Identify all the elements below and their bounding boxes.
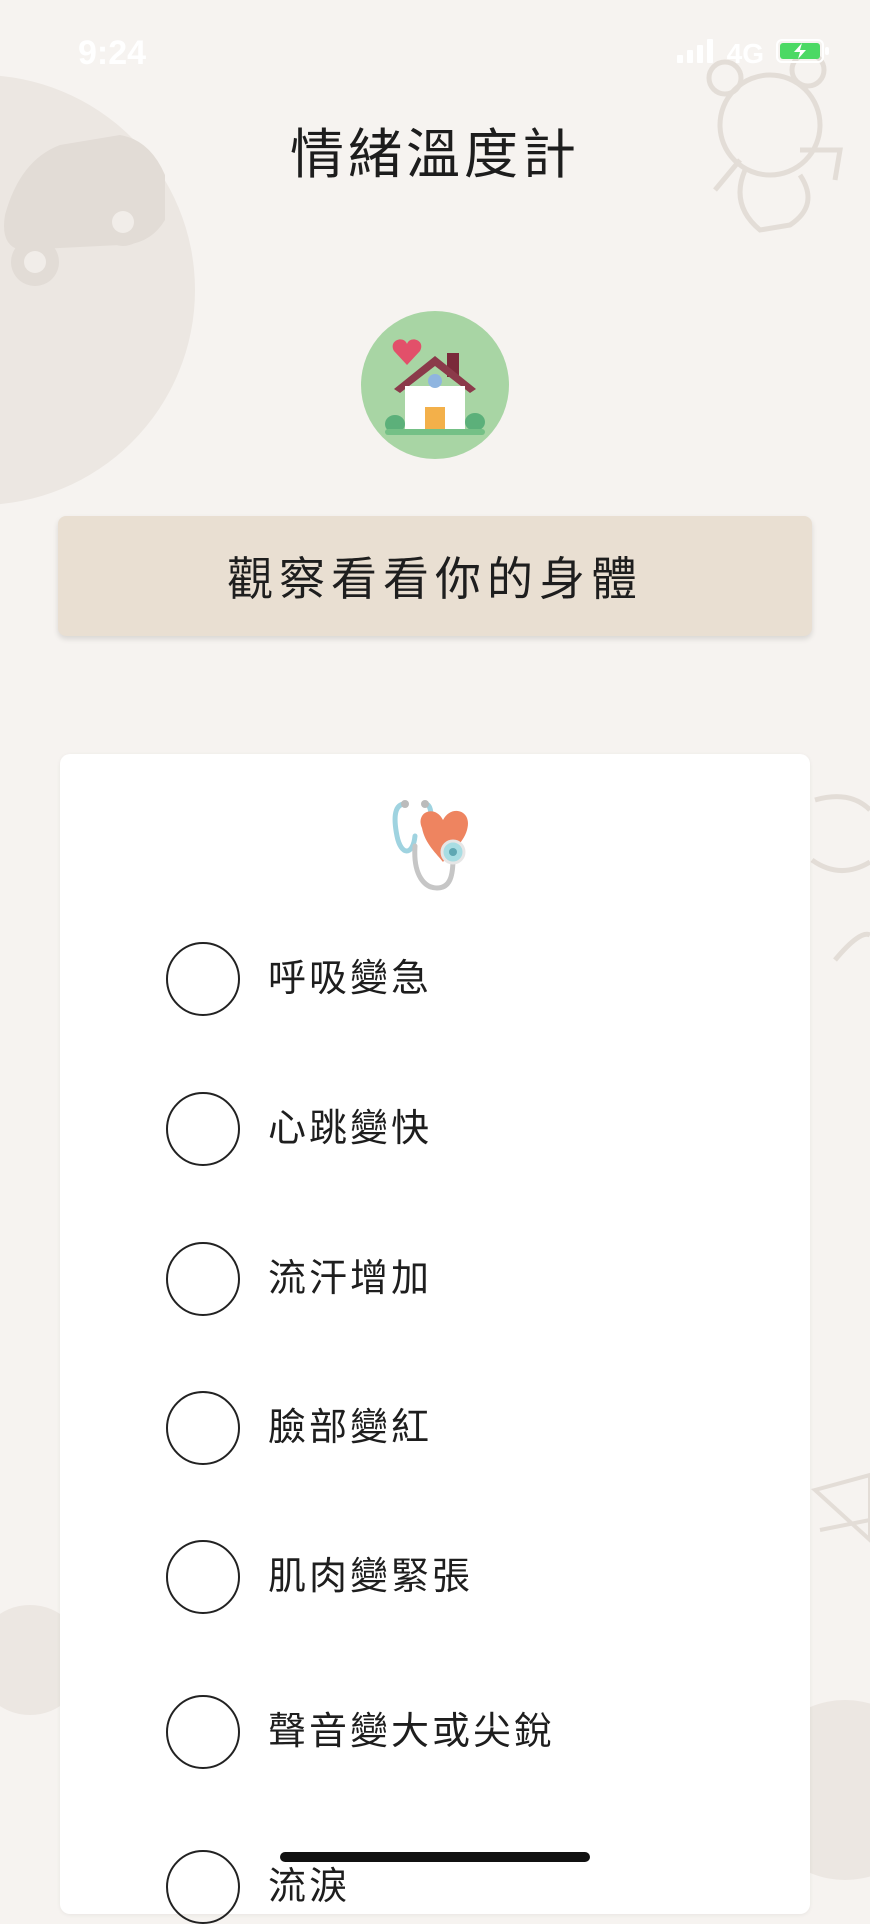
page-title: 情緒溫度計 — [290, 123, 580, 186]
checklist-item[interactable]: 流汗增加 — [166, 1242, 726, 1316]
status-time: 9:24 — [78, 34, 147, 72]
radio-button[interactable] — [166, 1092, 240, 1166]
checklist-item[interactable]: 呼吸變急 — [166, 942, 726, 1016]
radio-button[interactable] — [166, 1242, 240, 1316]
checklist-item[interactable]: 心跳變快 — [166, 1092, 726, 1166]
radio-button[interactable] — [166, 1540, 240, 1614]
home-icon — [361, 311, 509, 459]
option-label: 心跳變快 — [268, 1106, 433, 1151]
radio-button[interactable] — [166, 942, 240, 1016]
option-label: 流淚 — [268, 1864, 351, 1909]
status-right: 4G — [676, 38, 830, 70]
radio-button[interactable] — [166, 1850, 240, 1924]
status-bar: 9:24 4G — [0, 0, 870, 110]
radio-button[interactable] — [166, 1391, 240, 1465]
option-label: 呼吸變急 — [268, 956, 433, 1001]
banner-text: 觀察看看你的身體 — [227, 552, 643, 606]
checklist-item[interactable]: 肌肉變緊張 — [166, 1540, 726, 1614]
home-indicator[interactable] — [280, 1852, 590, 1862]
option-label: 流汗增加 — [268, 1256, 433, 1301]
network-type: 4G — [726, 38, 764, 69]
option-label: 臉部變紅 — [268, 1405, 433, 1450]
prompt-banner: 觀察看看你的身體 — [58, 516, 812, 636]
checklist-item[interactable]: 聲音變大或尖銳 — [166, 1695, 726, 1769]
radio-button[interactable] — [166, 1695, 240, 1769]
checklist-item[interactable]: 臉部變紅 — [166, 1391, 726, 1465]
stethoscope-heart-icon — [385, 796, 495, 906]
symptom-checklist-card: 呼吸變急 心跳變快 流汗增加 臉部變紅 肌肉變緊張 聲音變大或尖銳 流淚 — [60, 754, 810, 1924]
option-label: 聲音變大或尖銳 — [268, 1709, 556, 1754]
signal-icon — [676, 38, 715, 70]
option-label: 肌肉變緊張 — [268, 1554, 474, 1599]
battery-charging-icon — [776, 38, 830, 70]
